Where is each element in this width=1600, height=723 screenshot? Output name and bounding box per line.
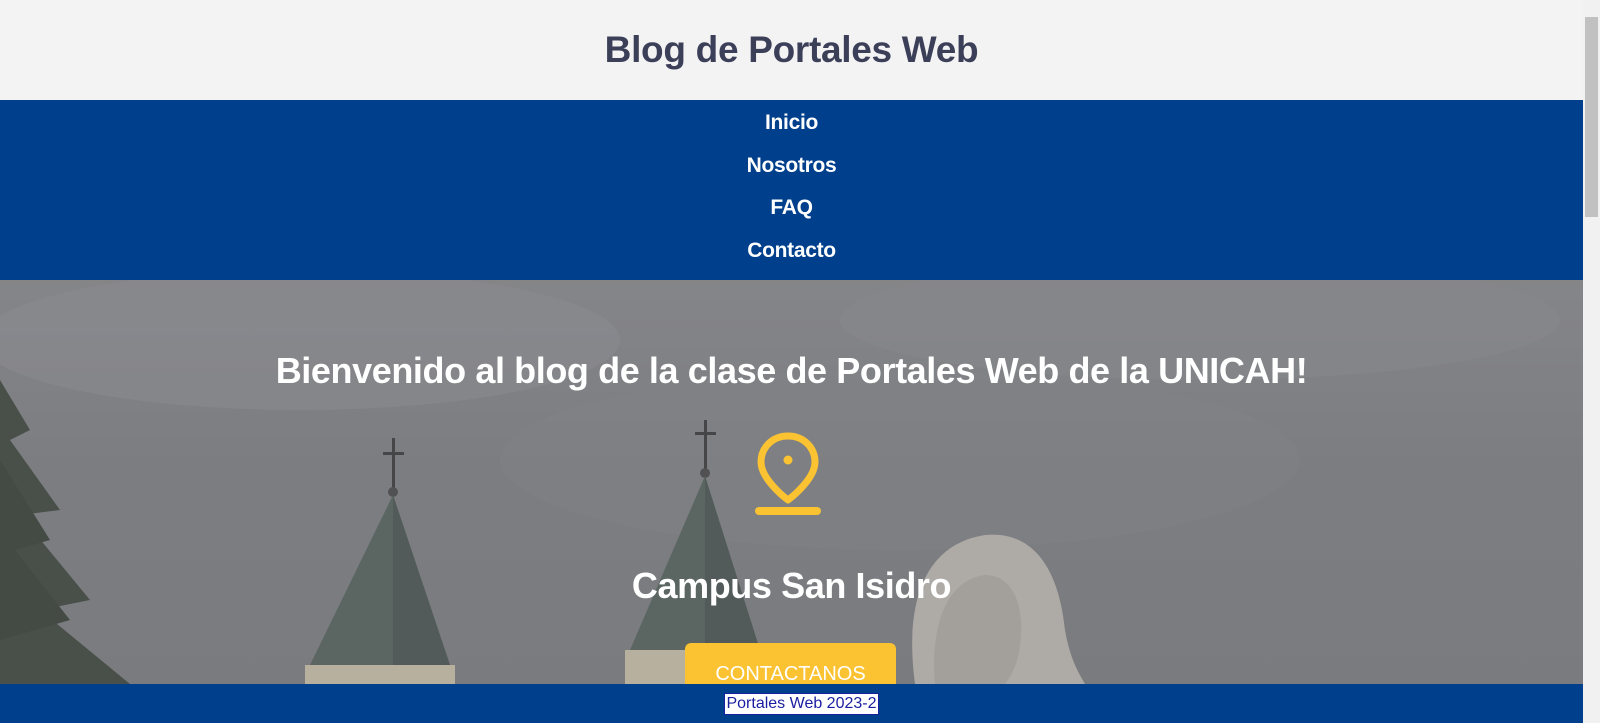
nav-link-contacto[interactable]: Contacto [747, 238, 836, 281]
hero-section: Bienvenido al blog de la clase de Portal… [0, 280, 1583, 684]
site-footer: Portales Web 2023-2 [0, 684, 1583, 723]
nav-link-faq[interactable]: FAQ [770, 195, 813, 238]
vertical-scrollbar[interactable] [1583, 0, 1600, 723]
hero-title: Bienvenido al blog de la clase de Portal… [275, 350, 1308, 391]
site-header: Blog de Portales Web [0, 0, 1583, 100]
nav-link-nosotros[interactable]: Nosotros [747, 153, 837, 196]
nav-link-inicio[interactable]: Inicio [765, 110, 818, 153]
site-title: Blog de Portales Web [604, 29, 979, 70]
campus-name: Campus San Isidro [631, 565, 952, 606]
contactanos-button[interactable]: CONTACTANOS [685, 643, 896, 684]
scrollbar-thumb[interactable] [1585, 17, 1598, 217]
page: Blog de Portales Web Inicio Nosotros FAQ… [0, 0, 1583, 723]
map-pin-icon [755, 432, 821, 515]
footer-text: Portales Web 2023-2 [724, 692, 879, 715]
main-nav: Inicio Nosotros FAQ Contacto [0, 100, 1583, 280]
